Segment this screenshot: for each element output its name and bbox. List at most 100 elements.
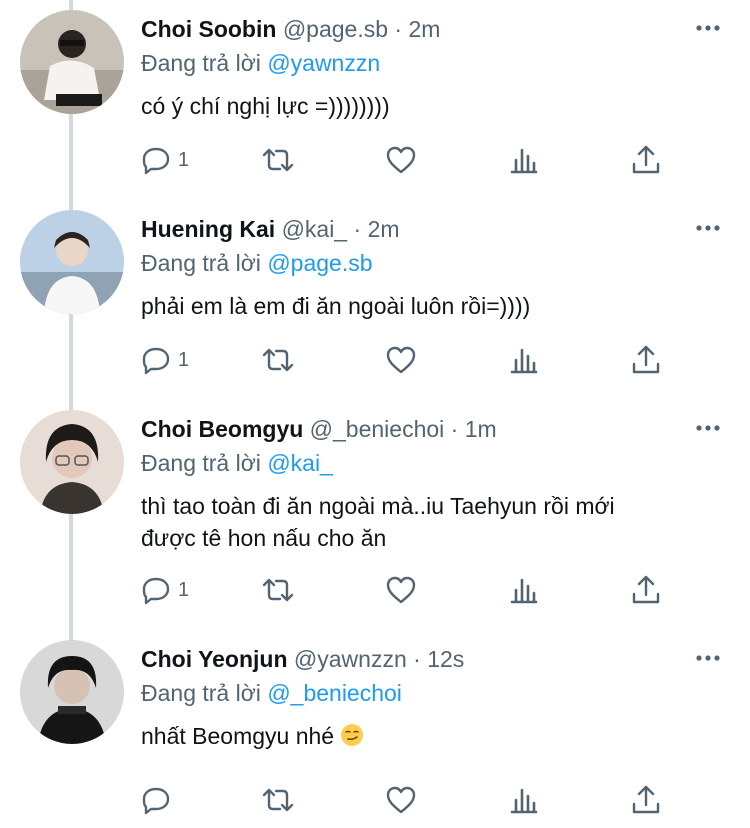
- tweet-header: Choi Beomgyu @_beniechoi · 1m: [141, 414, 497, 444]
- more-icon[interactable]: [694, 416, 722, 440]
- share-icon: [632, 785, 660, 814]
- like-button[interactable]: [385, 780, 417, 820]
- avatar[interactable]: [20, 10, 124, 114]
- replying-label: Đang trả lời: [141, 680, 261, 706]
- reply-button[interactable]: 1: [140, 340, 189, 380]
- mention-link[interactable]: @yawnzzn: [267, 50, 380, 76]
- tweet-kai[interactable]: Huening Kai @kai_ · 2m Đang trả lời @pag…: [0, 200, 750, 400]
- reply-icon: [142, 787, 170, 815]
- handle[interactable]: @kai_: [282, 216, 348, 242]
- retweet-icon: [262, 348, 294, 372]
- views-button[interactable]: [508, 140, 540, 180]
- retweet-button[interactable]: [262, 570, 294, 610]
- views-button[interactable]: [508, 780, 540, 820]
- tweet-text: có ý chí nghị lực =)))))))): [141, 93, 390, 119]
- views-button[interactable]: [508, 340, 540, 380]
- separator: ·: [450, 416, 459, 442]
- timestamp[interactable]: 2m: [368, 216, 400, 242]
- avatar[interactable]: [20, 640, 124, 744]
- tweet-text-content: nhất Beomgyu nhé: [141, 723, 335, 749]
- views-button[interactable]: [508, 570, 540, 610]
- share-button[interactable]: [630, 780, 662, 820]
- views-icon: [510, 348, 538, 374]
- replying-to: Đang trả lời @_beniechoi: [141, 678, 402, 708]
- tweet-yeonjun[interactable]: Choi Yeonjun @yawnzzn · 12s Đang trả lời…: [0, 630, 750, 828]
- avatar-image: [20, 210, 124, 314]
- share-button[interactable]: [630, 140, 662, 180]
- tweet-header: Huening Kai @kai_ · 2m: [141, 214, 400, 244]
- reply-count: 1: [178, 348, 190, 371]
- avatar[interactable]: [20, 410, 124, 514]
- reply-count: 1: [178, 578, 190, 601]
- like-icon: [386, 346, 416, 374]
- like-icon: [386, 146, 416, 174]
- more-icon[interactable]: [694, 646, 722, 670]
- action-bar: 1: [140, 570, 680, 610]
- display-name[interactable]: Huening Kai: [141, 216, 275, 242]
- handle[interactable]: @_beniechoi: [310, 416, 445, 442]
- display-name[interactable]: Choi Beomgyu: [141, 416, 303, 442]
- more-icon[interactable]: [694, 216, 722, 240]
- replying-to: Đang trả lời @kai_: [141, 448, 333, 478]
- retweet-button[interactable]: [262, 780, 294, 820]
- mention-link[interactable]: @page.sb: [267, 250, 372, 276]
- like-icon: [386, 786, 416, 814]
- action-bar: [140, 780, 680, 820]
- reply-button[interactable]: 1: [140, 570, 189, 610]
- replying-to: Đang trả lời @page.sb: [141, 248, 373, 278]
- avatar-image: [20, 410, 124, 514]
- like-icon: [386, 576, 416, 604]
- replying-label: Đang trả lời: [141, 50, 261, 76]
- tweet-header: Choi Soobin @page.sb · 2m: [141, 14, 440, 44]
- reply-icon: [142, 147, 170, 175]
- smirk-emoji-icon: [341, 724, 364, 746]
- like-button[interactable]: [385, 140, 417, 180]
- handle[interactable]: @page.sb: [283, 16, 388, 42]
- views-icon: [510, 578, 538, 604]
- timestamp[interactable]: 1m: [465, 416, 497, 442]
- like-button[interactable]: [385, 340, 417, 380]
- tweet-beomgyu[interactable]: Choi Beomgyu @_beniechoi · 1m Đang trả l…: [0, 400, 750, 630]
- tweet-text: phải em là em đi ăn ngoài luôn rồi=)))): [141, 293, 531, 319]
- more-icon[interactable]: [694, 16, 722, 40]
- avatar-image: [20, 640, 124, 744]
- reply-icon: [142, 347, 170, 375]
- share-button[interactable]: [630, 570, 662, 610]
- replying-to: Đang trả lời @yawnzzn: [141, 48, 380, 78]
- tweet-text: thì tao toàn đi ăn ngoài mà..iu Taehyun …: [141, 490, 721, 554]
- tweet-text: nhất Beomgyu nhé: [141, 720, 721, 752]
- retweet-button[interactable]: [262, 140, 294, 180]
- reply-button[interactable]: [140, 780, 172, 820]
- share-icon: [632, 575, 660, 604]
- separator: ·: [413, 646, 421, 672]
- avatar[interactable]: [20, 210, 124, 314]
- share-button[interactable]: [630, 340, 662, 380]
- reply-count: 1: [178, 148, 190, 171]
- display-name[interactable]: Choi Soobin: [141, 16, 276, 42]
- tweet-text-line: thì tao toàn đi ăn ngoài mà..iu Taehyun …: [141, 493, 615, 519]
- retweet-icon: [262, 148, 294, 172]
- tweet-header: Choi Yeonjun @yawnzzn · 12s: [141, 644, 464, 674]
- timestamp[interactable]: 2m: [408, 16, 440, 42]
- like-button[interactable]: [385, 570, 417, 610]
- replying-label: Đang trả lời: [141, 250, 261, 276]
- mention-link[interactable]: @_beniechoi: [267, 680, 402, 706]
- retweet-icon: [262, 788, 294, 812]
- separator: ·: [353, 216, 362, 242]
- tweet-text-line: được tê hon nấu cho ăn: [141, 525, 387, 551]
- action-bar: 1: [140, 340, 680, 380]
- handle[interactable]: @yawnzzn: [294, 646, 407, 672]
- separator: ·: [394, 16, 403, 42]
- reply-button[interactable]: 1: [140, 140, 189, 180]
- reply-icon: [142, 577, 170, 605]
- timestamp[interactable]: 12s: [427, 646, 464, 672]
- retweet-button[interactable]: [262, 340, 294, 380]
- avatar-image: [20, 10, 124, 114]
- share-icon: [632, 345, 660, 374]
- display-name[interactable]: Choi Yeonjun: [141, 646, 288, 672]
- action-bar: 1: [140, 140, 680, 180]
- views-icon: [510, 788, 538, 814]
- mention-link[interactable]: @kai_: [267, 450, 333, 476]
- retweet-icon: [262, 578, 294, 602]
- tweet-soobin[interactable]: Choi Soobin @page.sb · 2m Đang trả lời @…: [0, 0, 750, 200]
